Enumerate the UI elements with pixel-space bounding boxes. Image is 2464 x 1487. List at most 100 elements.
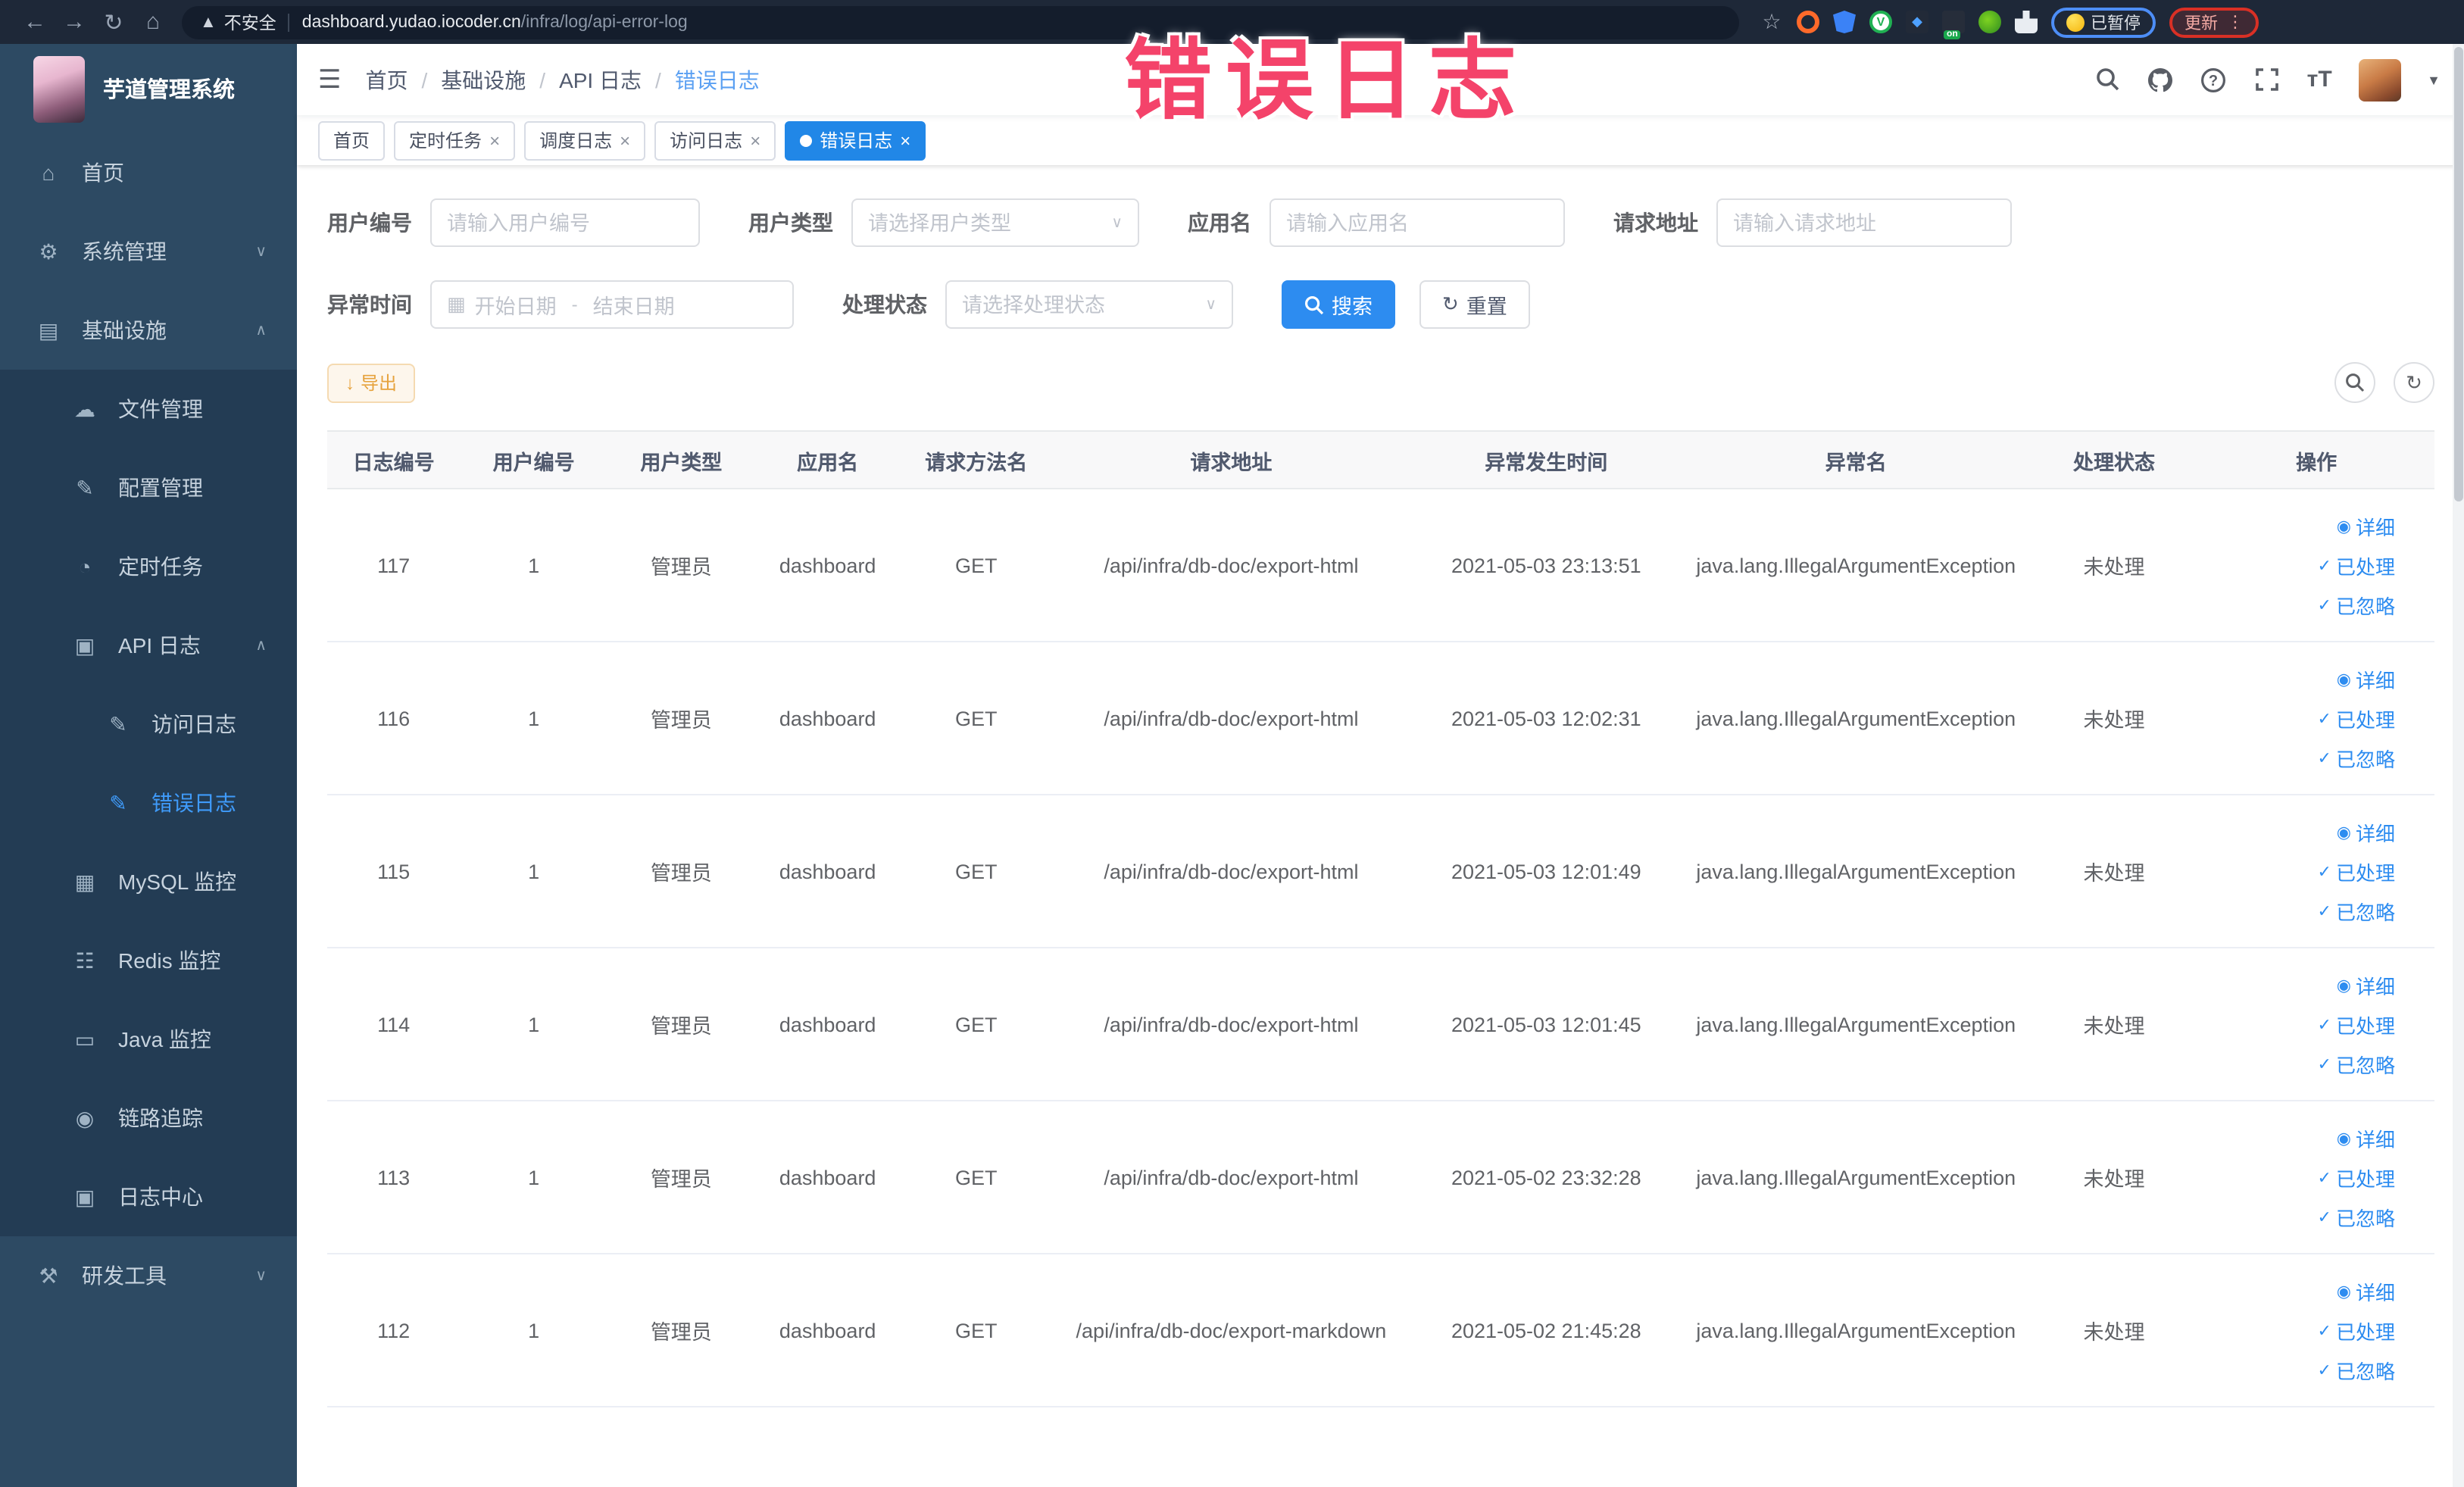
sidebar-collapse-icon[interactable]: ☰	[318, 64, 342, 95]
sidebar-item-系统管理[interactable]: ⚙ 系统管理 ∨	[0, 212, 297, 291]
sidebar-item-定时任务[interactable]: ◔ 定时任务	[0, 527, 297, 606]
bookmark-star-icon[interactable]: ☆	[1760, 9, 1783, 33]
sidebar-item-错误日志[interactable]: ✎ 错误日志	[0, 764, 297, 842]
user-id-input[interactable]	[447, 211, 683, 234]
tab-访问日志[interactable]: 访问日志 ×	[654, 120, 776, 160]
cell-time: 2021-05-02 21:45:28	[1410, 1254, 1682, 1407]
sidebar-item-API 日志[interactable]: ▣ API 日志 ∧	[0, 606, 297, 685]
back-arrow-icon[interactable]: ←	[15, 9, 55, 35]
search-button[interactable]: 搜索	[1282, 280, 1395, 329]
font-size-icon[interactable]: ᴛT	[2306, 66, 2333, 93]
toggle-search-button[interactable]	[2334, 362, 2375, 403]
browser-update-chip[interactable]: 更新 ⋮	[2169, 7, 2259, 37]
action-详细-link[interactable]: ◉ 详细	[2337, 1123, 2395, 1152]
action-已处理-link[interactable]: ✓ 已处理	[2318, 551, 2395, 579]
extension-shield-blue-icon[interactable]	[1833, 11, 1856, 33]
action-详细-link[interactable]: ◉ 详细	[2337, 1276, 2395, 1305]
app-logo-row[interactable]: 芋道管理系统	[0, 44, 297, 133]
cell-time: 2021-05-03 12:02:31	[1410, 642, 1682, 795]
tab-首页[interactable]: 首页	[318, 120, 386, 160]
address-bar[interactable]: ▲ 不安全 dashboard.yudao.iocoder.cn/infra/l…	[182, 5, 1739, 39]
column-header-用户类型: 用户类型	[607, 430, 755, 489]
user-type-select-input[interactable]	[868, 211, 1103, 234]
action-已忽略-link[interactable]: ✓ 已忽略	[2318, 1049, 2395, 1078]
page-scrollbar-thumb[interactable]	[2454, 47, 2463, 501]
tab-定时任务[interactable]: 定时任务 ×	[394, 120, 516, 160]
breadcrumb-item-API 日志[interactable]: API 日志	[559, 64, 642, 95]
refresh-table-button[interactable]: ↻	[2394, 362, 2434, 403]
cell-user_type: 管理员	[607, 489, 755, 642]
github-icon[interactable]	[2147, 66, 2174, 93]
search-icon[interactable]	[2094, 66, 2121, 93]
tab-调度日志[interactable]: 调度日志 ×	[524, 120, 646, 160]
start-date-placeholder[interactable]: 开始日期	[475, 289, 557, 320]
breadcrumb-item-基础设施[interactable]: 基础设施	[441, 64, 526, 95]
sidebar-item-链路追踪[interactable]: ◉ 链路追踪	[0, 1079, 297, 1157]
tab-错误日志[interactable]: 错误日志 ×	[785, 120, 926, 160]
action-已忽略-link[interactable]: ✓ 已忽略	[2318, 1202, 2395, 1231]
sidebar-item-配置管理[interactable]: ✎ 配置管理	[0, 448, 297, 527]
sidebar-item-首页[interactable]: ⌂ 首页	[0, 133, 297, 212]
extension-puzzle-white-icon[interactable]	[2015, 11, 2038, 33]
action-已处理-link[interactable]: ✓ 已处理	[2318, 857, 2395, 886]
action-已处理-link[interactable]: ✓ 已处理	[2318, 1010, 2395, 1039]
chevron-up-icon: ∧	[255, 322, 267, 339]
process-status-select-input[interactable]	[962, 293, 1197, 316]
action-详细-link[interactable]: ◉ 详细	[2337, 511, 2395, 540]
action-已处理-link[interactable]: ✓ 已处理	[2318, 1163, 2395, 1192]
action-详细-link[interactable]: ◉ 详细	[2337, 970, 2395, 999]
reload-icon[interactable]: ↻	[94, 8, 133, 36]
tab-close-icon[interactable]: ×	[750, 130, 760, 151]
page-scrollbar[interactable]	[2453, 44, 2464, 1487]
cell-method: GET	[900, 489, 1052, 642]
avatar-caret-down-icon[interactable]: ▼	[2427, 72, 2441, 87]
breadcrumb-item-首页[interactable]: 首页	[366, 64, 408, 95]
action-已忽略-link[interactable]: ✓ 已忽略	[2318, 896, 2395, 925]
user-avatar[interactable]	[2359, 58, 2402, 101]
export-button[interactable]: ↓ 导出	[327, 363, 416, 402]
browser-extensions-area: ☆ V ◆ 已暂停 更新 ⋮	[1760, 7, 2259, 39]
paused-chip[interactable]: 已暂停	[2051, 7, 2156, 37]
sidebar-item-Redis 监控[interactable]: ☷ Redis 监控	[0, 921, 297, 1000]
tab-close-icon[interactable]: ×	[900, 130, 910, 151]
svg-text:?: ?	[2209, 72, 2218, 89]
action-详细-link[interactable]: ◉ 详细	[2337, 664, 2395, 693]
tab-close-icon[interactable]: ×	[620, 130, 630, 151]
action-已忽略-link[interactable]: ✓ 已忽略	[2318, 1355, 2395, 1384]
user-id-label: 用户编号	[327, 211, 412, 235]
sidebar-item-Java 监控[interactable]: ▭ Java 监控	[0, 1000, 297, 1079]
sidebar-item-访问日志[interactable]: ✎ 访问日志	[0, 685, 297, 764]
app-name-input[interactable]	[1286, 211, 1548, 234]
sidebar-item-基础设施[interactable]: ▤ 基础设施 ∧	[0, 291, 297, 370]
action-已忽略-link[interactable]: ✓ 已忽略	[2318, 590, 2395, 619]
help-icon[interactable]: ?	[2200, 66, 2227, 93]
user-type-select[interactable]: ∨	[851, 198, 1139, 247]
request-url-input[interactable]	[1733, 211, 1995, 234]
process-status-select[interactable]: ∨	[945, 280, 1233, 329]
extension-circle-green-icon[interactable]: V	[1869, 11, 1892, 33]
sidebar-item-MySQL 监控[interactable]: ▦ MySQL 监控	[0, 842, 297, 921]
reset-button[interactable]: ↻ 重置	[1419, 280, 1530, 329]
breadcrumb-item-错误日志[interactable]: 错误日志	[675, 64, 760, 95]
extension-grid-drop-icon[interactable]: ◆	[1906, 11, 1928, 33]
column-header-用户编号: 用户编号	[460, 430, 607, 489]
sidebar-item-研发工具[interactable]: ⚒ 研发工具 ∨	[0, 1236, 297, 1315]
browser-menu-icon[interactable]: ⋮	[2227, 12, 2244, 32]
api-log-icon: ▣	[74, 633, 95, 657]
date-range-picker[interactable]: ▦ 开始日期 - 结束日期	[430, 280, 794, 329]
forward-arrow-icon[interactable]: →	[55, 9, 94, 35]
action-已处理-link[interactable]: ✓ 已处理	[2318, 704, 2395, 733]
extension-ring-orange-icon[interactable]	[1797, 11, 1819, 33]
action-已处理-link[interactable]: ✓ 已处理	[2318, 1316, 2395, 1345]
sidebar-item-文件管理[interactable]: ☁ 文件管理	[0, 370, 297, 448]
sidebar-item-日志中心[interactable]: ▣ 日志中心	[0, 1157, 297, 1236]
tab-close-icon[interactable]: ×	[489, 130, 500, 151]
end-date-placeholder[interactable]: 结束日期	[593, 289, 675, 320]
action-已忽略-link[interactable]: ✓ 已忽略	[2318, 743, 2395, 772]
extension-switch-on-icon[interactable]	[1942, 11, 1965, 39]
home-icon[interactable]: ⌂	[133, 9, 173, 35]
action-详细-link[interactable]: ◉ 详细	[2337, 817, 2395, 846]
sidebar-item-label: 文件管理	[118, 397, 203, 421]
extension-leaf-green-icon[interactable]	[1978, 11, 2001, 33]
fullscreen-icon[interactable]	[2253, 66, 2280, 93]
